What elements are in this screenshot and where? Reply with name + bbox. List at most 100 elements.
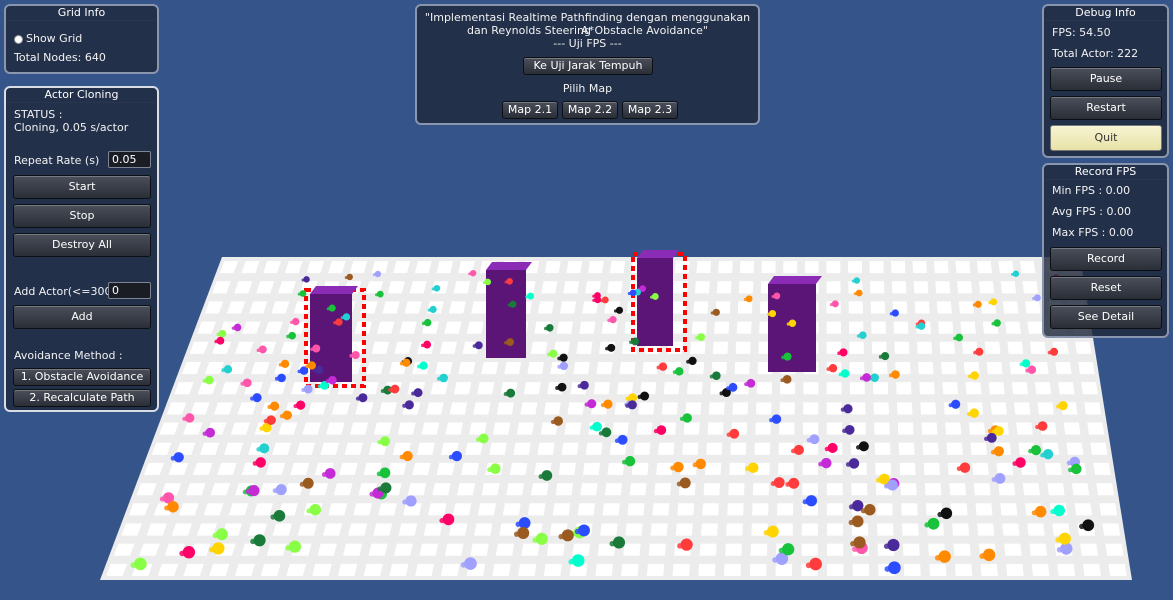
stop-button[interactable]: Stop bbox=[13, 204, 151, 228]
grid-tile bbox=[693, 301, 709, 314]
restart-button[interactable]: Restart bbox=[1050, 96, 1162, 120]
start-button[interactable]: Start bbox=[13, 175, 151, 199]
grid-tile bbox=[957, 281, 973, 294]
grid-tile bbox=[440, 563, 460, 576]
grid-tile bbox=[495, 543, 515, 556]
grid-tile bbox=[851, 483, 868, 496]
grid-tile bbox=[582, 462, 601, 476]
grid-tile bbox=[874, 442, 891, 455]
grid-tile bbox=[756, 402, 772, 415]
grid-tile bbox=[950, 503, 968, 516]
status-label: STATUS : bbox=[14, 108, 63, 121]
grid-tile bbox=[972, 462, 989, 476]
grid-tile bbox=[415, 563, 435, 576]
grid-tile bbox=[913, 281, 929, 294]
grid-tile bbox=[728, 483, 745, 496]
grid-tile bbox=[544, 261, 561, 274]
grid-tile bbox=[876, 503, 893, 516]
pause-button[interactable]: Pause bbox=[1050, 67, 1162, 91]
repeat-rate-input[interactable]: 0.05 bbox=[108, 151, 151, 168]
grid-tile bbox=[922, 442, 939, 455]
map-2-1-button[interactable]: Map 2.1 bbox=[502, 101, 558, 119]
grid-tile bbox=[518, 563, 537, 576]
grid-tile bbox=[826, 382, 842, 395]
grid-tile bbox=[631, 462, 649, 476]
grid-tile bbox=[718, 261, 733, 274]
show-grid-toggle[interactable]: Show Grid bbox=[14, 32, 82, 45]
grid-tile bbox=[436, 462, 455, 476]
grid-tile bbox=[900, 483, 917, 496]
grid-tile bbox=[870, 301, 886, 314]
grid-tile bbox=[368, 543, 388, 556]
grid-tile bbox=[421, 422, 440, 435]
grid-tile bbox=[1037, 402, 1054, 415]
add-button[interactable]: Add bbox=[13, 305, 151, 329]
grid-tile bbox=[1000, 281, 1017, 294]
grid-tile bbox=[738, 281, 754, 294]
grid-tile bbox=[426, 402, 444, 415]
grid-tile bbox=[481, 361, 499, 375]
grid-tile bbox=[1047, 483, 1065, 496]
grid-tile bbox=[939, 341, 955, 354]
grid-tile bbox=[521, 543, 540, 556]
see-detail-button[interactable]: See Detail bbox=[1050, 305, 1162, 329]
grid-tile bbox=[636, 422, 653, 435]
grid-tile bbox=[914, 301, 930, 314]
grid-tile bbox=[901, 503, 918, 516]
grid-tile bbox=[803, 382, 819, 395]
grid-tile bbox=[453, 382, 472, 395]
grid-tile bbox=[506, 483, 525, 496]
quit-button[interactable]: Quit bbox=[1050, 125, 1162, 151]
obstacle-avoidance-button[interactable]: 1. Obstacle Avoidance bbox=[13, 368, 151, 386]
grid-tile bbox=[579, 321, 596, 334]
destroy-all-button[interactable]: Destroy All bbox=[13, 233, 151, 257]
grid-tile bbox=[363, 563, 383, 576]
grid-tile bbox=[890, 261, 906, 274]
grid-tile bbox=[696, 261, 712, 274]
grid-tile bbox=[558, 462, 576, 476]
grid-tile bbox=[826, 523, 844, 536]
grid-tile bbox=[980, 563, 998, 576]
grid-tile bbox=[902, 543, 920, 556]
grid-tile bbox=[619, 361, 636, 375]
grid-tile bbox=[1024, 301, 1041, 314]
grid-tile bbox=[826, 483, 843, 496]
recalculate-path-button[interactable]: 2. Recalculate Path bbox=[13, 389, 151, 407]
grid-tile bbox=[477, 503, 497, 516]
grid-tile bbox=[489, 442, 507, 455]
grid-tile bbox=[1034, 382, 1052, 395]
grid-tile bbox=[541, 281, 558, 294]
grid-tile bbox=[339, 462, 358, 476]
grid-tile bbox=[779, 422, 795, 435]
grid-tile bbox=[477, 382, 495, 395]
grid-tile bbox=[949, 483, 966, 496]
grid-tile bbox=[938, 321, 954, 334]
debug-info-title: Debug Info bbox=[1044, 6, 1167, 21]
grid-tile bbox=[734, 361, 750, 375]
map-2-3-button[interactable]: Map 2.3 bbox=[622, 101, 678, 119]
grid-tile bbox=[801, 543, 818, 556]
add-actor-label: Add Actor(<=300) bbox=[14, 285, 116, 298]
grid-tile bbox=[873, 402, 889, 415]
map-2-2-button[interactable]: Map 2.2 bbox=[562, 101, 618, 119]
grid-tile bbox=[585, 281, 601, 294]
uji-jarak-tempuh-button[interactable]: Ke Uji Jarak Tempuh bbox=[523, 57, 653, 75]
record-button[interactable]: Record bbox=[1050, 247, 1162, 271]
grid-tile bbox=[929, 563, 947, 576]
grid-tile bbox=[826, 321, 841, 334]
grid-tile bbox=[322, 523, 343, 536]
grid-tile bbox=[650, 523, 668, 536]
grid-tile bbox=[576, 341, 593, 354]
grid-tile bbox=[609, 261, 626, 274]
grid-tile bbox=[1044, 462, 1062, 476]
grid-tile bbox=[612, 422, 629, 435]
grid-tile bbox=[625, 523, 643, 536]
reset-button[interactable]: Reset bbox=[1050, 276, 1162, 300]
grid-tile bbox=[826, 422, 843, 435]
add-actor-input[interactable]: 0 bbox=[108, 282, 151, 299]
grid-tile bbox=[780, 382, 796, 395]
repeat-rate-label: Repeat Rate (s) bbox=[14, 154, 100, 167]
grid-tile bbox=[604, 483, 623, 496]
grid-tile bbox=[849, 382, 865, 395]
grid-tile bbox=[872, 382, 889, 395]
